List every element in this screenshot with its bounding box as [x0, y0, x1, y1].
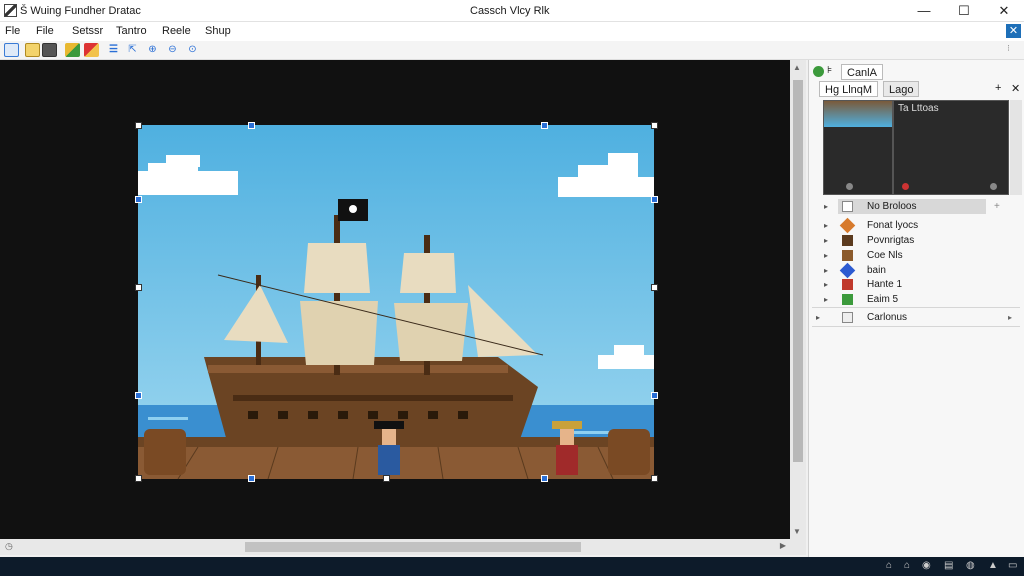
- resize-handle[interactable]: [135, 475, 142, 482]
- tab-canvas[interactable]: CanlA: [841, 64, 883, 80]
- taskbar: ⌂ ⌂ ◉ ▤ ◍ ▲ ▭: [0, 557, 1024, 576]
- pin-icon[interactable]: ⁝: [1007, 43, 1010, 54]
- tray-icon[interactable]: ▤: [944, 560, 953, 571]
- horizontal-scrollbar[interactable]: ◷ ▶: [0, 539, 806, 555]
- new-icon[interactable]: [4, 43, 19, 57]
- resize-handle[interactable]: [248, 475, 255, 482]
- resize-handle[interactable]: [651, 284, 658, 291]
- add-tab-icon[interactable]: +: [995, 82, 1001, 94]
- tab-logs[interactable]: Lago: [883, 81, 920, 97]
- horizontal-scroll-thumb[interactable]: [245, 542, 581, 552]
- app-icon: [4, 4, 17, 17]
- diamond-icon: [839, 217, 856, 234]
- list-item-selected[interactable]: ▸ No Broloos +: [808, 199, 1024, 214]
- tray-icon[interactable]: ⌂: [886, 560, 892, 571]
- wifi-icon[interactable]: ▲: [988, 560, 998, 571]
- resize-handle[interactable]: [135, 196, 142, 203]
- maximize-button[interactable]: ☐: [946, 0, 982, 22]
- resize-handle[interactable]: [651, 196, 658, 203]
- save-icon[interactable]: [42, 43, 57, 57]
- menu-item[interactable]: File: [36, 25, 54, 37]
- scroll-up-icon[interactable]: ▲: [793, 63, 801, 72]
- paint-icon[interactable]: [84, 43, 99, 57]
- panel-status-icon: [813, 66, 824, 77]
- resize-handle[interactable]: [135, 122, 142, 129]
- vertical-scrollbar[interactable]: ▲ ▼: [790, 60, 806, 539]
- item-icon: [842, 279, 853, 290]
- resize-handle[interactable]: [541, 122, 548, 129]
- box-icon: [842, 250, 853, 261]
- folder-icon: [842, 201, 853, 212]
- tray-icon[interactable]: ◉: [922, 560, 931, 571]
- tray-icon[interactable]: ◍: [966, 560, 975, 571]
- status-clock-icon: ◷: [5, 541, 13, 551]
- close-button[interactable]: ✕: [986, 0, 1022, 22]
- menu-item[interactable]: Setssr: [72, 25, 103, 37]
- zoom-in-icon[interactable]: ⊕: [145, 43, 160, 57]
- menu-item[interactable]: Reele: [162, 25, 191, 37]
- close-document-icon[interactable]: ✕: [1006, 24, 1021, 38]
- resize-handle[interactable]: [135, 392, 142, 399]
- scale-icon[interactable]: ⇱: [125, 43, 140, 57]
- layers-icon[interactable]: [65, 43, 80, 57]
- resize-handle[interactable]: [541, 475, 548, 482]
- divider: [812, 326, 1020, 327]
- resize-handle[interactable]: [651, 122, 658, 129]
- menu-item[interactable]: Shup: [205, 25, 231, 37]
- tab-layers[interactable]: Hg LlnqM: [819, 81, 879, 97]
- panel-pin-icon[interactable]: ⊧: [827, 65, 832, 76]
- add-layer-icon[interactable]: +: [994, 199, 1000, 214]
- resize-handle[interactable]: [248, 122, 255, 129]
- chest-icon: [842, 235, 853, 246]
- select-icon[interactable]: ☰: [106, 43, 121, 57]
- list-item[interactable]: ▸ bain: [808, 262, 1024, 279]
- preview-label: Ta Lttoas: [898, 103, 939, 114]
- vertical-scroll-thumb[interactable]: [793, 80, 803, 462]
- minimize-button[interactable]: —: [906, 0, 942, 22]
- zoom-fit-icon[interactable]: ⊙: [185, 43, 200, 57]
- app-title: Š Wuing Fundher Dratac: [20, 5, 141, 17]
- layer-preview-panel[interactable]: Ta Lttoas: [893, 100, 1009, 195]
- document-title: Cassch Vlcy Rlk: [470, 5, 550, 17]
- gem-icon: [839, 262, 856, 279]
- resize-handle[interactable]: [383, 475, 390, 482]
- list-item[interactable]: ▸ Fonat lyocs: [808, 217, 1024, 234]
- divider: [812, 307, 1020, 308]
- preview-scrollbar[interactable]: [1010, 100, 1022, 195]
- folder-icon: [842, 312, 853, 323]
- menu-item[interactable]: Tantro: [116, 25, 147, 37]
- resize-handle[interactable]: [651, 392, 658, 399]
- right-panel: ⊧ CanlA Hg LlnqM Lago + ✕ Ta Lttoas: [808, 60, 1024, 557]
- list-item[interactable]: ▸ Povnrigtas: [808, 233, 1024, 248]
- list-item[interactable]: ▸ Eaim 5: [808, 292, 1024, 307]
- map-icon: [842, 294, 853, 305]
- list-item[interactable]: ▸ Coe Nls: [808, 248, 1024, 263]
- scene-image[interactable]: [0, 60, 790, 539]
- canvas-area[interactable]: [0, 60, 790, 539]
- open-icon[interactable]: [25, 43, 40, 57]
- list-item[interactable]: ▸ Carlonus ▸: [808, 310, 1024, 325]
- expand-icon[interactable]: ▸: [1008, 310, 1012, 325]
- zoom-out-icon[interactable]: ⊖: [165, 43, 180, 57]
- list-item[interactable]: ▸ Hante 1: [808, 277, 1024, 292]
- toolbar: ☰ ⇱ ⊕ ⊖ ⊙ ⁝: [0, 41, 1024, 60]
- close-tab-icon[interactable]: ✕: [1011, 82, 1020, 95]
- layer-preview-thumbnail[interactable]: [823, 100, 893, 195]
- notification-icon[interactable]: ▭: [1008, 560, 1017, 571]
- title-bar: Š Wuing Fundher Dratac Cassch Vlcy Rlk —…: [0, 0, 1024, 22]
- resize-handle[interactable]: [135, 284, 142, 291]
- tray-icon[interactable]: ⌂: [904, 560, 910, 571]
- resize-handle[interactable]: [651, 475, 658, 482]
- menu-bar: Fle File Setssr Tantro Reele Shup: [0, 22, 1024, 41]
- menu-item[interactable]: Fle: [5, 25, 20, 37]
- scroll-right-icon[interactable]: ▶: [780, 541, 786, 550]
- scroll-down-icon[interactable]: ▼: [793, 527, 801, 536]
